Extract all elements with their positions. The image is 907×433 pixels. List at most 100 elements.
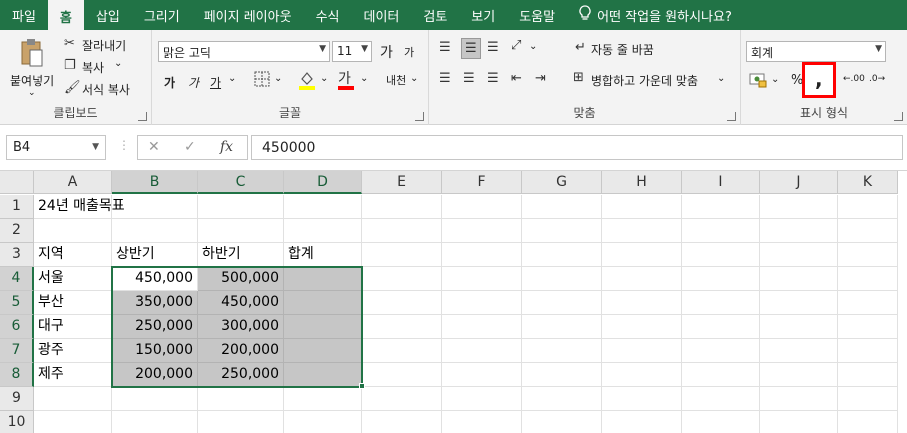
cell-i9[interactable] (682, 387, 760, 411)
cell-e7[interactable] (362, 339, 442, 363)
tab-file[interactable]: 파일 (0, 0, 48, 30)
cell-g8[interactable] (522, 363, 602, 387)
cell-d4[interactable] (284, 267, 362, 291)
merge-center-button[interactable]: 병합하고 가운데 맞춤 (591, 72, 698, 89)
font-size-combo[interactable]: 11 ▼ (332, 41, 372, 62)
chevron-down-icon[interactable]: ⌄ (228, 73, 236, 84)
cell-j7[interactable] (760, 339, 838, 363)
cell-c8[interactable]: 250,000 (198, 363, 284, 387)
align-bottom-icon[interactable]: ☰ (487, 40, 499, 55)
row-header-9[interactable]: 9 (0, 387, 34, 411)
cell-b6[interactable]: 250,000 (112, 315, 198, 339)
cell-j10[interactable] (760, 411, 838, 433)
cell-f2[interactable] (442, 219, 522, 243)
cell-b2[interactable] (112, 219, 198, 243)
cell-k9[interactable] (838, 387, 898, 411)
cell-g5[interactable] (522, 291, 602, 315)
cell-k6[interactable] (838, 315, 898, 339)
cell-h7[interactable] (602, 339, 682, 363)
cell-j8[interactable] (760, 363, 838, 387)
cell-i5[interactable] (682, 291, 760, 315)
number-format-combo[interactable]: 회계 ▼ (746, 41, 886, 62)
cell-i10[interactable] (682, 411, 760, 433)
cell-d1[interactable] (284, 195, 362, 219)
cell-d6[interactable] (284, 315, 362, 339)
tab-page-layout[interactable]: 페이지 레이아웃 (192, 0, 304, 30)
cell-k7[interactable] (838, 339, 898, 363)
paste-button[interactable]: 붙여넣기 ⌄ (8, 36, 54, 104)
cell-e9[interactable] (362, 387, 442, 411)
column-header-a[interactable]: A (34, 171, 112, 194)
dialog-launcher-icon[interactable] (727, 112, 736, 121)
cell-d8[interactable] (284, 363, 362, 387)
cell-a6[interactable]: 대구 (34, 315, 112, 339)
orientation-icon[interactable]: ⤢ (511, 38, 521, 53)
cell-g2[interactable] (522, 219, 602, 243)
cell-f8[interactable] (442, 363, 522, 387)
cell-a2[interactable] (34, 219, 112, 243)
dialog-launcher-icon[interactable] (415, 112, 424, 121)
tab-view[interactable]: 보기 (459, 0, 507, 30)
dialog-launcher-icon[interactable] (138, 112, 147, 121)
tell-me-search[interactable]: 어떤 작업을 원하시나요? (567, 0, 732, 30)
column-header-j[interactable]: J (760, 171, 838, 194)
cell-d7[interactable] (284, 339, 362, 363)
select-all-corner[interactable] (0, 171, 34, 194)
cell-i1[interactable] (682, 195, 760, 219)
cell-f9[interactable] (442, 387, 522, 411)
cell-b4[interactable]: 450,000 (112, 267, 198, 291)
cell-a9[interactable] (34, 387, 112, 411)
cell-a4[interactable]: 서울 (34, 267, 112, 291)
cell-i2[interactable] (682, 219, 760, 243)
cell-b9[interactable] (112, 387, 198, 411)
increase-decimal-button[interactable]: ←.00 (843, 74, 865, 84)
cell-i7[interactable] (682, 339, 760, 363)
cell-c3[interactable]: 하반기 (198, 243, 284, 267)
cancel-icon[interactable]: ✕ (148, 139, 160, 155)
decrease-indent-icon[interactable]: ⇤ (511, 71, 522, 86)
cell-a1[interactable]: 24년 매출목표 (34, 195, 125, 219)
copy-button[interactable]: 복사 (82, 59, 104, 76)
cell-i3[interactable] (682, 243, 760, 267)
cell-a10[interactable] (34, 411, 112, 433)
cell-e5[interactable] (362, 291, 442, 315)
cell-f7[interactable] (442, 339, 522, 363)
chevron-down-icon[interactable]: ⌄ (320, 73, 328, 84)
cell-a8[interactable]: 제주 (34, 363, 112, 387)
cell-b10[interactable] (112, 411, 198, 433)
cell-h6[interactable] (602, 315, 682, 339)
cell-h8[interactable] (602, 363, 682, 387)
tab-home[interactable]: 홈 (47, 0, 84, 30)
format-painter-button[interactable]: 서식 복사 (82, 81, 130, 98)
cell-b8[interactable]: 200,000 (112, 363, 198, 387)
column-header-d[interactable]: D (284, 171, 362, 194)
row-header-7[interactable]: 7 (0, 339, 34, 363)
cell-e2[interactable] (362, 219, 442, 243)
cell-g9[interactable] (522, 387, 602, 411)
cell-f3[interactable] (442, 243, 522, 267)
cell-c7[interactable]: 200,000 (198, 339, 284, 363)
grow-font-button[interactable]: 가 (380, 42, 393, 62)
cell-k5[interactable] (838, 291, 898, 315)
cell-d3[interactable]: 합계 (284, 243, 362, 267)
cell-j3[interactable] (760, 243, 838, 267)
cell-g10[interactable] (522, 411, 602, 433)
cell-j5[interactable] (760, 291, 838, 315)
cell-b1[interactable] (112, 195, 198, 219)
cell-e6[interactable] (362, 315, 442, 339)
row-header-6[interactable]: 6 (0, 315, 34, 339)
row-header-3[interactable]: 3 (0, 243, 34, 267)
cell-j2[interactable] (760, 219, 838, 243)
fill-color-icon[interactable] (298, 70, 316, 94)
shrink-font-button[interactable]: 가 (404, 44, 414, 60)
column-header-c[interactable]: C (198, 171, 284, 194)
cell-g1[interactable] (522, 195, 602, 219)
cell-a3[interactable]: 지역 (34, 243, 112, 267)
column-header-h[interactable]: H (602, 171, 682, 194)
cell-e8[interactable] (362, 363, 442, 387)
cell-f10[interactable] (442, 411, 522, 433)
cut-button[interactable]: 잘라내기 (82, 37, 126, 54)
cell-g3[interactable] (522, 243, 602, 267)
column-header-i[interactable]: I (682, 171, 760, 194)
column-header-b[interactable]: B (112, 171, 198, 194)
